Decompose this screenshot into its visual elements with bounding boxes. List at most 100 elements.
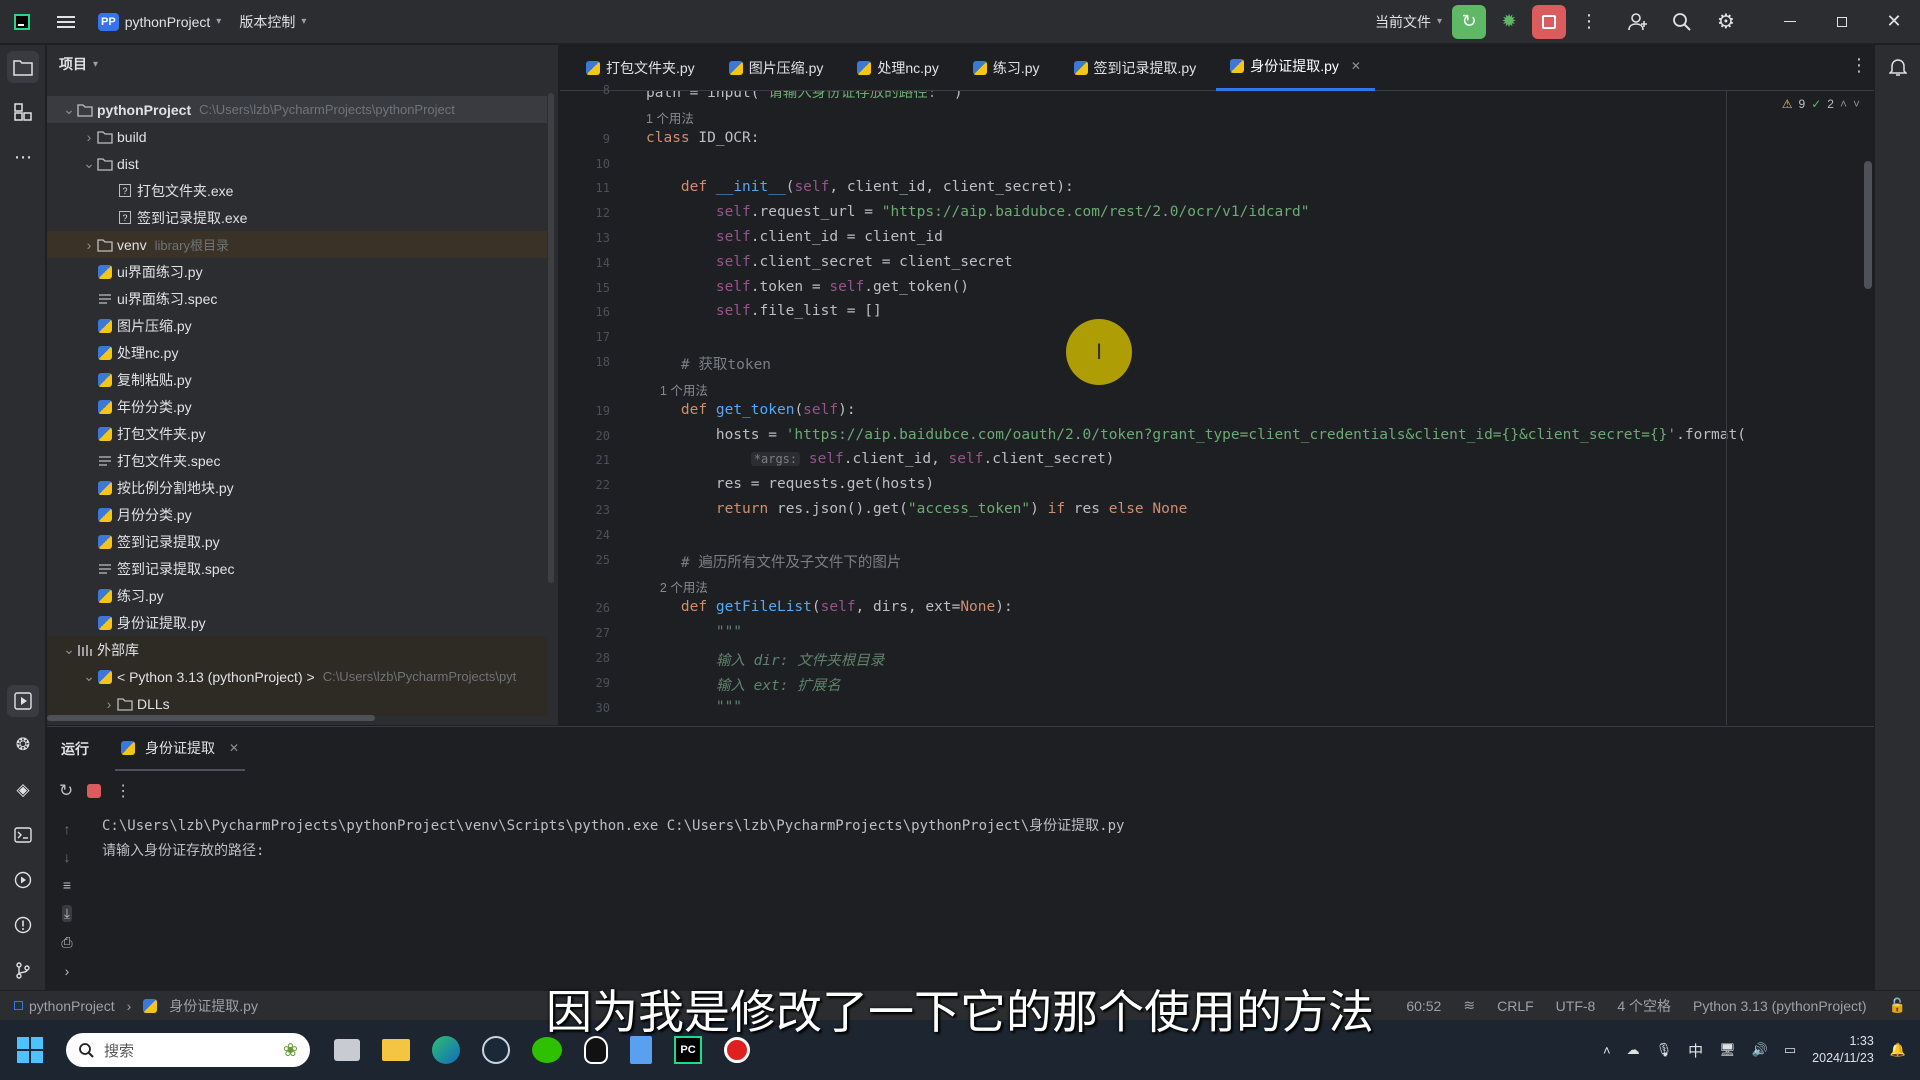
code-line[interactable]: *args: self.client_id, self.client_secre…	[646, 451, 1114, 467]
tree-item[interactable]: ? 打包文件夹.exe	[47, 177, 547, 204]
restore-button[interactable]	[1816, 0, 1868, 44]
tray-expand-icon[interactable]: ˄	[1603, 1043, 1611, 1058]
tree-item[interactable]: ⌄ dist	[47, 150, 547, 177]
code-line[interactable]: hosts = 'https://aip.baidubce.com/oauth/…	[646, 427, 1746, 443]
project-tool-button[interactable]	[7, 51, 39, 83]
tree-item[interactable]: 练习.py	[47, 582, 547, 609]
chevron-right-icon[interactable]: ›	[81, 237, 97, 253]
caret-position[interactable]: 60:52	[1406, 998, 1441, 1014]
edge-browser-icon[interactable]	[432, 1036, 460, 1064]
interpreter[interactable]: Python 3.13 (pythonProject)	[1693, 998, 1867, 1014]
code-line[interactable]: path = input("请输入身份证存放的路径: ")	[646, 91, 963, 102]
tree-item[interactable]: › venv library根目录	[47, 231, 547, 258]
editor-tab[interactable]: 练习.py	[959, 45, 1054, 91]
tree-item[interactable]: 图片压缩.py	[47, 312, 547, 339]
tree-item[interactable]: 按比例分割地块.py	[47, 474, 547, 501]
file-encoding[interactable]: UTF-8	[1556, 998, 1596, 1014]
code-line[interactable]: self.request_url = "https://aip.baidubce…	[646, 204, 1310, 220]
code-line[interactable]: # 遍历所有文件及子文件下的图片	[646, 551, 901, 572]
tree-item[interactable]: 复制粘贴.py	[47, 366, 547, 393]
search-button[interactable]	[1660, 0, 1704, 44]
rerun-icon[interactable]: ↻	[59, 781, 73, 801]
rerun-button[interactable]: ↻	[1452, 4, 1486, 39]
run-tool-button[interactable]	[7, 685, 39, 717]
print-icon[interactable]: ⎙	[61, 934, 72, 951]
qq-icon[interactable]	[584, 1036, 608, 1064]
ime-indicator[interactable]: 中	[1688, 1040, 1703, 1061]
close-icon[interactable]: ✕	[229, 741, 239, 755]
python-console-tool-button[interactable]: ❂	[7, 729, 39, 761]
code-line[interactable]: self.file_list = []	[646, 303, 882, 319]
code-line[interactable]: """	[646, 624, 742, 640]
recorder-icon[interactable]	[724, 1037, 750, 1063]
code-line[interactable]: self.token = self.get_token()	[646, 279, 969, 295]
tree-item[interactable]: 打包文件夹.py	[47, 420, 547, 447]
chevron-right-icon[interactable]: ›	[65, 963, 70, 979]
file-explorer-icon[interactable]	[382, 1039, 410, 1061]
code-line[interactable]: self.client_id = client_id	[646, 229, 943, 245]
chevron-down-icon[interactable]: ⌄	[81, 668, 97, 685]
tree-item[interactable]: 身份证提取.py	[47, 609, 547, 636]
minimize-button[interactable]	[1764, 0, 1816, 44]
indent-setting[interactable]: 4 个空格	[1617, 996, 1671, 1016]
breadcrumb-file[interactable]: 身份证提取.py	[169, 996, 258, 1016]
cloud-icon[interactable]: ☁	[1627, 1042, 1640, 1058]
project-panel-header[interactable]: 项目 ▾	[59, 45, 98, 83]
usages-hint[interactable]: 1 个用法	[646, 380, 708, 399]
code-line[interactable]: def __init__(self, client_id, client_sec…	[646, 179, 1074, 195]
vcs-menu[interactable]: 版本控制 ▾	[239, 0, 306, 44]
ai-icon[interactable]: ≋	[1463, 997, 1475, 1014]
close-button[interactable]: ✕	[1868, 0, 1920, 44]
task-view-icon[interactable]	[334, 1039, 360, 1061]
editor-scrollbar[interactable]	[1864, 161, 1872, 289]
tree-item[interactable]: 处理nc.py	[47, 339, 547, 366]
battery-icon[interactable]: ▭	[1784, 1042, 1796, 1058]
stop-button[interactable]	[1532, 4, 1566, 39]
debug-button[interactable]: ✹	[1492, 0, 1526, 44]
problems-tool-button[interactable]	[7, 909, 39, 941]
chevron-down-icon[interactable]: ⌄	[61, 101, 77, 118]
tree-item[interactable]: 签到记录提取.spec	[47, 555, 547, 582]
wechat-icon[interactable]	[532, 1037, 562, 1063]
tree-item[interactable]: › build	[47, 123, 547, 150]
git-tool-button[interactable]	[7, 954, 39, 986]
terminal-tool-button[interactable]	[7, 819, 39, 851]
tree-item[interactable]: ui界面练习.spec	[47, 285, 547, 312]
code-view[interactable]: path = input("请输入身份证存放的路径: ") 1 个用法 class …	[646, 91, 1846, 725]
project-switcher[interactable]: PP pythonProject ▾	[98, 0, 221, 44]
code-line[interactable]: def getFileList(self, dirs, ext=None):	[646, 599, 1013, 615]
more-actions-button[interactable]: ⋮	[1572, 0, 1606, 44]
network-icon[interactable]: 🖥	[1719, 1042, 1736, 1058]
tree-item[interactable]: 月份分类.py	[47, 501, 547, 528]
pycharm-taskbar-icon[interactable]: PC	[674, 1036, 702, 1064]
more-tools-button[interactable]: ⋯	[7, 141, 39, 173]
tree-item[interactable]: ? 签到记录提取.exe	[47, 204, 547, 231]
tree-item[interactable]: ⌄ < Python 3.13 (pythonProject) > C:\Users…	[47, 663, 547, 690]
more-vertical-icon[interactable]: ⋮	[115, 781, 131, 801]
scroll-to-end-icon[interactable]: ⤓	[61, 905, 73, 922]
vertical-scrollbar[interactable]	[548, 93, 554, 583]
run-tab[interactable]: 身份证提取 ✕	[115, 727, 246, 771]
tree-item[interactable]: 打包文件夹.spec	[47, 447, 547, 474]
soft-wrap-icon[interactable]: ≡	[63, 877, 71, 893]
console-output[interactable]: C:\Users\lzb\PycharmProjects\pythonProje…	[102, 815, 1852, 865]
taskbar-search[interactable]: 搜索 ❀	[66, 1033, 310, 1067]
tree-item[interactable]: › DLLs	[47, 690, 547, 716]
notification-bell-icon[interactable]: 🔔	[1890, 1042, 1906, 1058]
arrow-down-icon[interactable]: ↓	[64, 849, 71, 865]
usages-hint[interactable]: 2 个用法	[646, 577, 708, 596]
editor-tab[interactable]: 处理nc.py	[843, 45, 952, 91]
lock-icon[interactable]: 🔓	[1889, 997, 1906, 1014]
close-icon[interactable]: ✕	[1351, 59, 1361, 73]
tree-item[interactable]: ⌄ pythonProject C:\Users\lzb\PycharmProjec…	[47, 96, 547, 123]
usages-hint[interactable]: 1 个用法	[646, 108, 694, 127]
code-line[interactable]: def get_token(self):	[646, 402, 856, 418]
main-menu-icon[interactable]	[44, 0, 88, 44]
code-line[interactable]: 输入 ext: 扩展名	[646, 674, 841, 695]
chevron-down-icon[interactable]: ⌄	[81, 155, 97, 172]
structure-tool-button[interactable]	[7, 96, 39, 128]
chevron-right-icon[interactable]: ›	[81, 129, 97, 145]
more-tabs-button[interactable]: ⋮	[1850, 55, 1868, 76]
editor-tab[interactable]: 图片压缩.py	[715, 45, 838, 91]
services-tool-button[interactable]	[7, 864, 39, 896]
